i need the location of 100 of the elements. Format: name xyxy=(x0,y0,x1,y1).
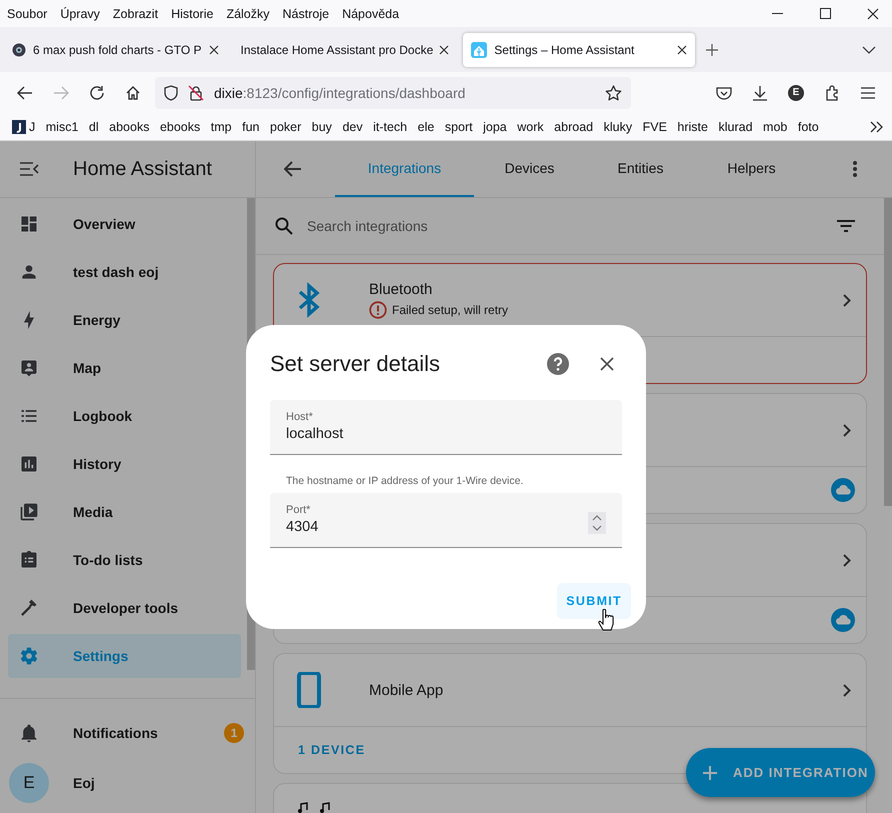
sidebar-item[interactable]: Overview xyxy=(8,202,241,246)
bookmark[interactable]: ele xyxy=(418,120,434,134)
bookmark[interactable]: abooks xyxy=(109,120,150,134)
bookmark[interactable]: kluky xyxy=(604,120,632,134)
sidebar-item[interactable]: Media xyxy=(8,490,241,534)
browser-tab[interactable]: 6 max push fold charts - GTO P xyxy=(4,32,227,66)
tablet-icon xyxy=(297,672,321,708)
bookmark[interactable]: dl xyxy=(88,120,99,134)
bookmark[interactable]: buy xyxy=(312,120,332,134)
puzzle-icon[interactable] xyxy=(824,84,840,100)
bookmark[interactable]: foto xyxy=(798,120,819,134)
port-input[interactable]: 4304 xyxy=(286,519,546,535)
menu-icon[interactable] xyxy=(860,86,876,98)
play-box-icon xyxy=(19,502,39,522)
help-icon[interactable] xyxy=(547,353,569,375)
star-icon[interactable] xyxy=(605,84,622,100)
back-arrow-icon[interactable] xyxy=(284,161,302,177)
bookmark[interactable]: dev xyxy=(342,120,363,134)
page-tab[interactable]: Devices xyxy=(474,141,585,197)
menu-item[interactable]: Nástroje xyxy=(282,6,330,20)
menu-item[interactable]: Nápověda xyxy=(342,6,400,20)
bookmark[interactable]: tmp xyxy=(210,120,232,134)
notifications-item[interactable]: Notifications 1 xyxy=(8,711,241,755)
download-icon[interactable] xyxy=(752,84,768,100)
menu-item[interactable]: Soubor xyxy=(7,6,48,20)
chevron-right-icon[interactable] xyxy=(843,294,851,306)
chevron-right-icon[interactable] xyxy=(843,684,851,696)
spinner-arrows-icon[interactable] xyxy=(588,512,606,534)
cloud-icon xyxy=(831,478,855,502)
bookmark-favicon-icon xyxy=(12,120,26,134)
close-icon[interactable] xyxy=(439,44,450,54)
browser-tab[interactable]: Instalace Home Assistant pro Docke xyxy=(232,32,458,66)
bookmark[interactable]: mob xyxy=(763,120,788,134)
chevron-double-right-icon[interactable] xyxy=(870,120,884,132)
sidebar-item[interactable]: Developer tools xyxy=(8,586,241,630)
close-icon[interactable] xyxy=(208,44,219,54)
sidebar-item[interactable]: To-do lists xyxy=(8,538,241,582)
bookmark[interactable]: ebooks xyxy=(160,120,200,134)
user-item[interactable]: E Eoj xyxy=(0,759,255,807)
field-label: Host* xyxy=(286,411,314,423)
bookmark[interactable]: J xyxy=(12,120,36,134)
house-favicon-icon xyxy=(471,42,488,58)
bookmark[interactable]: klurad xyxy=(718,120,753,134)
bookmark[interactable]: fun xyxy=(242,120,260,134)
scrollbar-thumb[interactable] xyxy=(884,198,892,506)
sidebar-item[interactable]: History xyxy=(8,442,241,486)
bookmark[interactable]: FVE xyxy=(642,120,667,134)
dialog-title: Set server details xyxy=(270,351,441,377)
chevron-right-icon[interactable] xyxy=(843,424,851,436)
close-icon[interactable] xyxy=(867,8,879,20)
menu-item[interactable]: Zobrazit xyxy=(112,6,158,20)
status-text: Failed setup, will retry xyxy=(392,303,508,317)
bookmark[interactable]: misc1 xyxy=(46,120,78,134)
sidebar-item[interactable]: test dash eoj xyxy=(8,250,241,294)
bluetooth-icon xyxy=(297,282,321,318)
sidebar-item[interactable]: Map xyxy=(8,346,241,390)
pocket-icon[interactable] xyxy=(716,86,732,100)
page-tab[interactable]: Helpers xyxy=(696,141,807,197)
bookmark[interactable]: it-tech xyxy=(373,120,408,134)
menu-item[interactable]: Úpravy xyxy=(60,6,100,20)
sidebar-item[interactable]: Logbook xyxy=(8,394,241,438)
shield-icon[interactable] xyxy=(164,84,178,100)
reload-icon[interactable] xyxy=(89,84,105,100)
menu-item[interactable]: Historie xyxy=(171,6,214,20)
bookmark[interactable]: poker xyxy=(270,120,302,134)
close-icon[interactable] xyxy=(677,44,688,54)
filter-icon[interactable] xyxy=(837,220,855,232)
address-bar[interactable]: dixie:8123/config/integrations/dashboard xyxy=(155,76,631,108)
plus-icon xyxy=(703,766,717,780)
host-field[interactable]: Host* localhost xyxy=(270,400,622,455)
menu-item[interactable]: Záložky xyxy=(226,6,270,20)
search-field[interactable]: Search integrations xyxy=(305,217,825,235)
account-avatar[interactable]: E xyxy=(788,84,804,100)
alert-circle-icon xyxy=(369,301,387,319)
more-vertical-icon[interactable] xyxy=(853,161,857,177)
close-icon[interactable] xyxy=(600,357,614,371)
home-icon[interactable] xyxy=(125,84,141,100)
bookmark[interactable]: sport xyxy=(444,120,473,134)
chevron-down-icon[interactable] xyxy=(862,46,876,54)
chevron-right-icon[interactable] xyxy=(843,554,851,566)
menu-collapse-icon[interactable] xyxy=(19,162,39,176)
maximize-icon[interactable] xyxy=(820,8,831,19)
dashboard-icon xyxy=(19,214,39,234)
browser-tab[interactable]: Settings – Home Assistant xyxy=(463,32,696,66)
lock-slash-icon[interactable] xyxy=(188,84,204,100)
minimize-icon[interactable] xyxy=(772,12,784,14)
host-input[interactable]: localhost xyxy=(286,426,546,442)
bookmark[interactable]: hriste xyxy=(677,120,708,134)
bookmark[interactable]: abroad xyxy=(554,120,594,134)
plus-icon[interactable] xyxy=(705,42,720,56)
bookmark[interactable]: jopa xyxy=(483,120,507,134)
sidebar-item[interactable]: Energy xyxy=(8,298,241,342)
bookmark[interactable]: work xyxy=(517,120,544,134)
back-arrow-icon[interactable] xyxy=(17,86,33,100)
notification-count: 1 xyxy=(224,723,244,743)
hammer-icon xyxy=(19,598,39,618)
cloud-icon xyxy=(831,608,855,632)
integration-name: Mobile App xyxy=(369,682,444,698)
page-tab[interactable]: Entities xyxy=(585,141,696,197)
port-field[interactable]: Port* 4304 xyxy=(270,493,622,548)
